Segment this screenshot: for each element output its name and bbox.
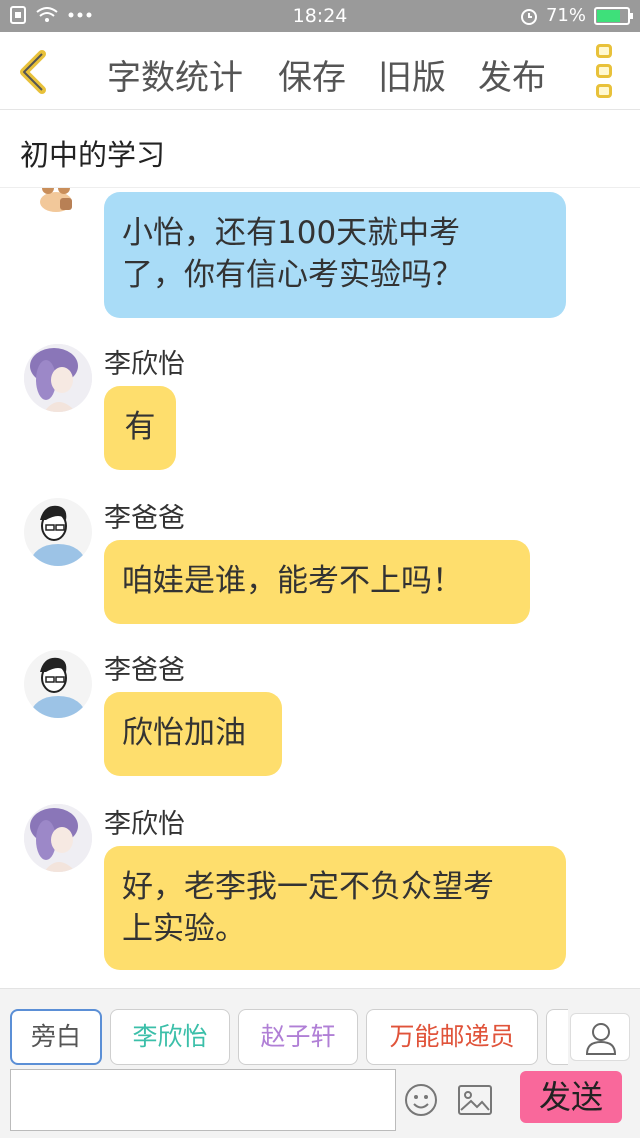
- avatar[interactable]: [24, 344, 92, 412]
- more-icon-dot: [596, 64, 612, 78]
- image-button[interactable]: [458, 1085, 492, 1115]
- message-bubble[interactable]: 小怡，还有100天就中考 了，你有信心考实验吗？: [104, 192, 566, 318]
- role-tab-narrator[interactable]: 旁白: [10, 1009, 102, 1065]
- girl-avatar-icon: [24, 804, 92, 872]
- battery-fill: [597, 9, 620, 22]
- emoji-button[interactable]: [404, 1083, 438, 1117]
- role-tab-more[interactable]: [546, 1009, 568, 1065]
- message-bubble[interactable]: 有: [104, 386, 176, 470]
- old-version-button[interactable]: 旧版: [378, 50, 446, 99]
- more-icon-dot: [596, 84, 612, 98]
- role-tab-zhao-zixuan[interactable]: 赵子轩: [238, 1009, 358, 1065]
- contacts-button[interactable]: [570, 1013, 630, 1061]
- avatar[interactable]: [24, 804, 92, 872]
- speaker-name: 李爸爸: [104, 655, 185, 686]
- send-button[interactable]: 发送: [520, 1071, 622, 1123]
- speaker-name: 李欣怡: [104, 809, 185, 840]
- battery-icon: [594, 6, 633, 25]
- message-input[interactable]: [10, 1069, 396, 1131]
- girl-avatar-icon: [24, 344, 92, 412]
- more-menu-button[interactable]: [596, 44, 616, 98]
- chat-area[interactable]: 小怡，还有100天就中考 了，你有信心考实验吗？ 李欣怡 有 李爸爸 咱娃是谁，…: [0, 188, 640, 988]
- title-bar: 初中的学习: [0, 110, 640, 188]
- speaker-name: 李爸爸: [104, 503, 185, 534]
- more-icon-dot: [596, 44, 612, 58]
- page-title: 初中的学习: [20, 138, 166, 172]
- person-icon: [585, 1023, 617, 1055]
- alarm-icon: [520, 8, 537, 25]
- back-button[interactable]: [14, 50, 54, 94]
- publish-button[interactable]: 发布: [478, 50, 546, 99]
- man-avatar-icon: [24, 498, 92, 566]
- role-tab-universal-postman[interactable]: 万能邮递员: [366, 1009, 538, 1065]
- toolbar: 字数统计 保存 旧版 发布: [0, 32, 640, 110]
- smiley-icon: [405, 1084, 437, 1116]
- message-bubble[interactable]: 咱娃是谁，能考不上吗！: [104, 540, 530, 624]
- cartoon-avatar-icon: [34, 188, 78, 216]
- battery-percent: 71%: [545, 5, 586, 26]
- man-avatar-icon: [24, 650, 92, 718]
- status-right: 71%: [520, 5, 633, 26]
- composer-bar: 旁白 李欣怡 赵子轩 万能邮递员 发送: [0, 988, 640, 1138]
- speaker-name: 李欣怡: [104, 349, 185, 380]
- avatar[interactable]: [24, 650, 92, 718]
- word-count-button[interactable]: 字数统计: [107, 50, 243, 99]
- chevron-left-icon: [20, 50, 46, 94]
- status-bar: 18:24 71%: [0, 0, 640, 32]
- avatar[interactable]: [24, 498, 92, 566]
- message-bubble[interactable]: 欣怡加油: [104, 692, 282, 776]
- save-button[interactable]: 保存: [278, 50, 346, 99]
- image-icon: [458, 1085, 492, 1115]
- role-tab-li-xinyi[interactable]: 李欣怡: [110, 1009, 230, 1065]
- message-bubble[interactable]: 好，老李我一定不负众望考 上实验。: [104, 846, 566, 970]
